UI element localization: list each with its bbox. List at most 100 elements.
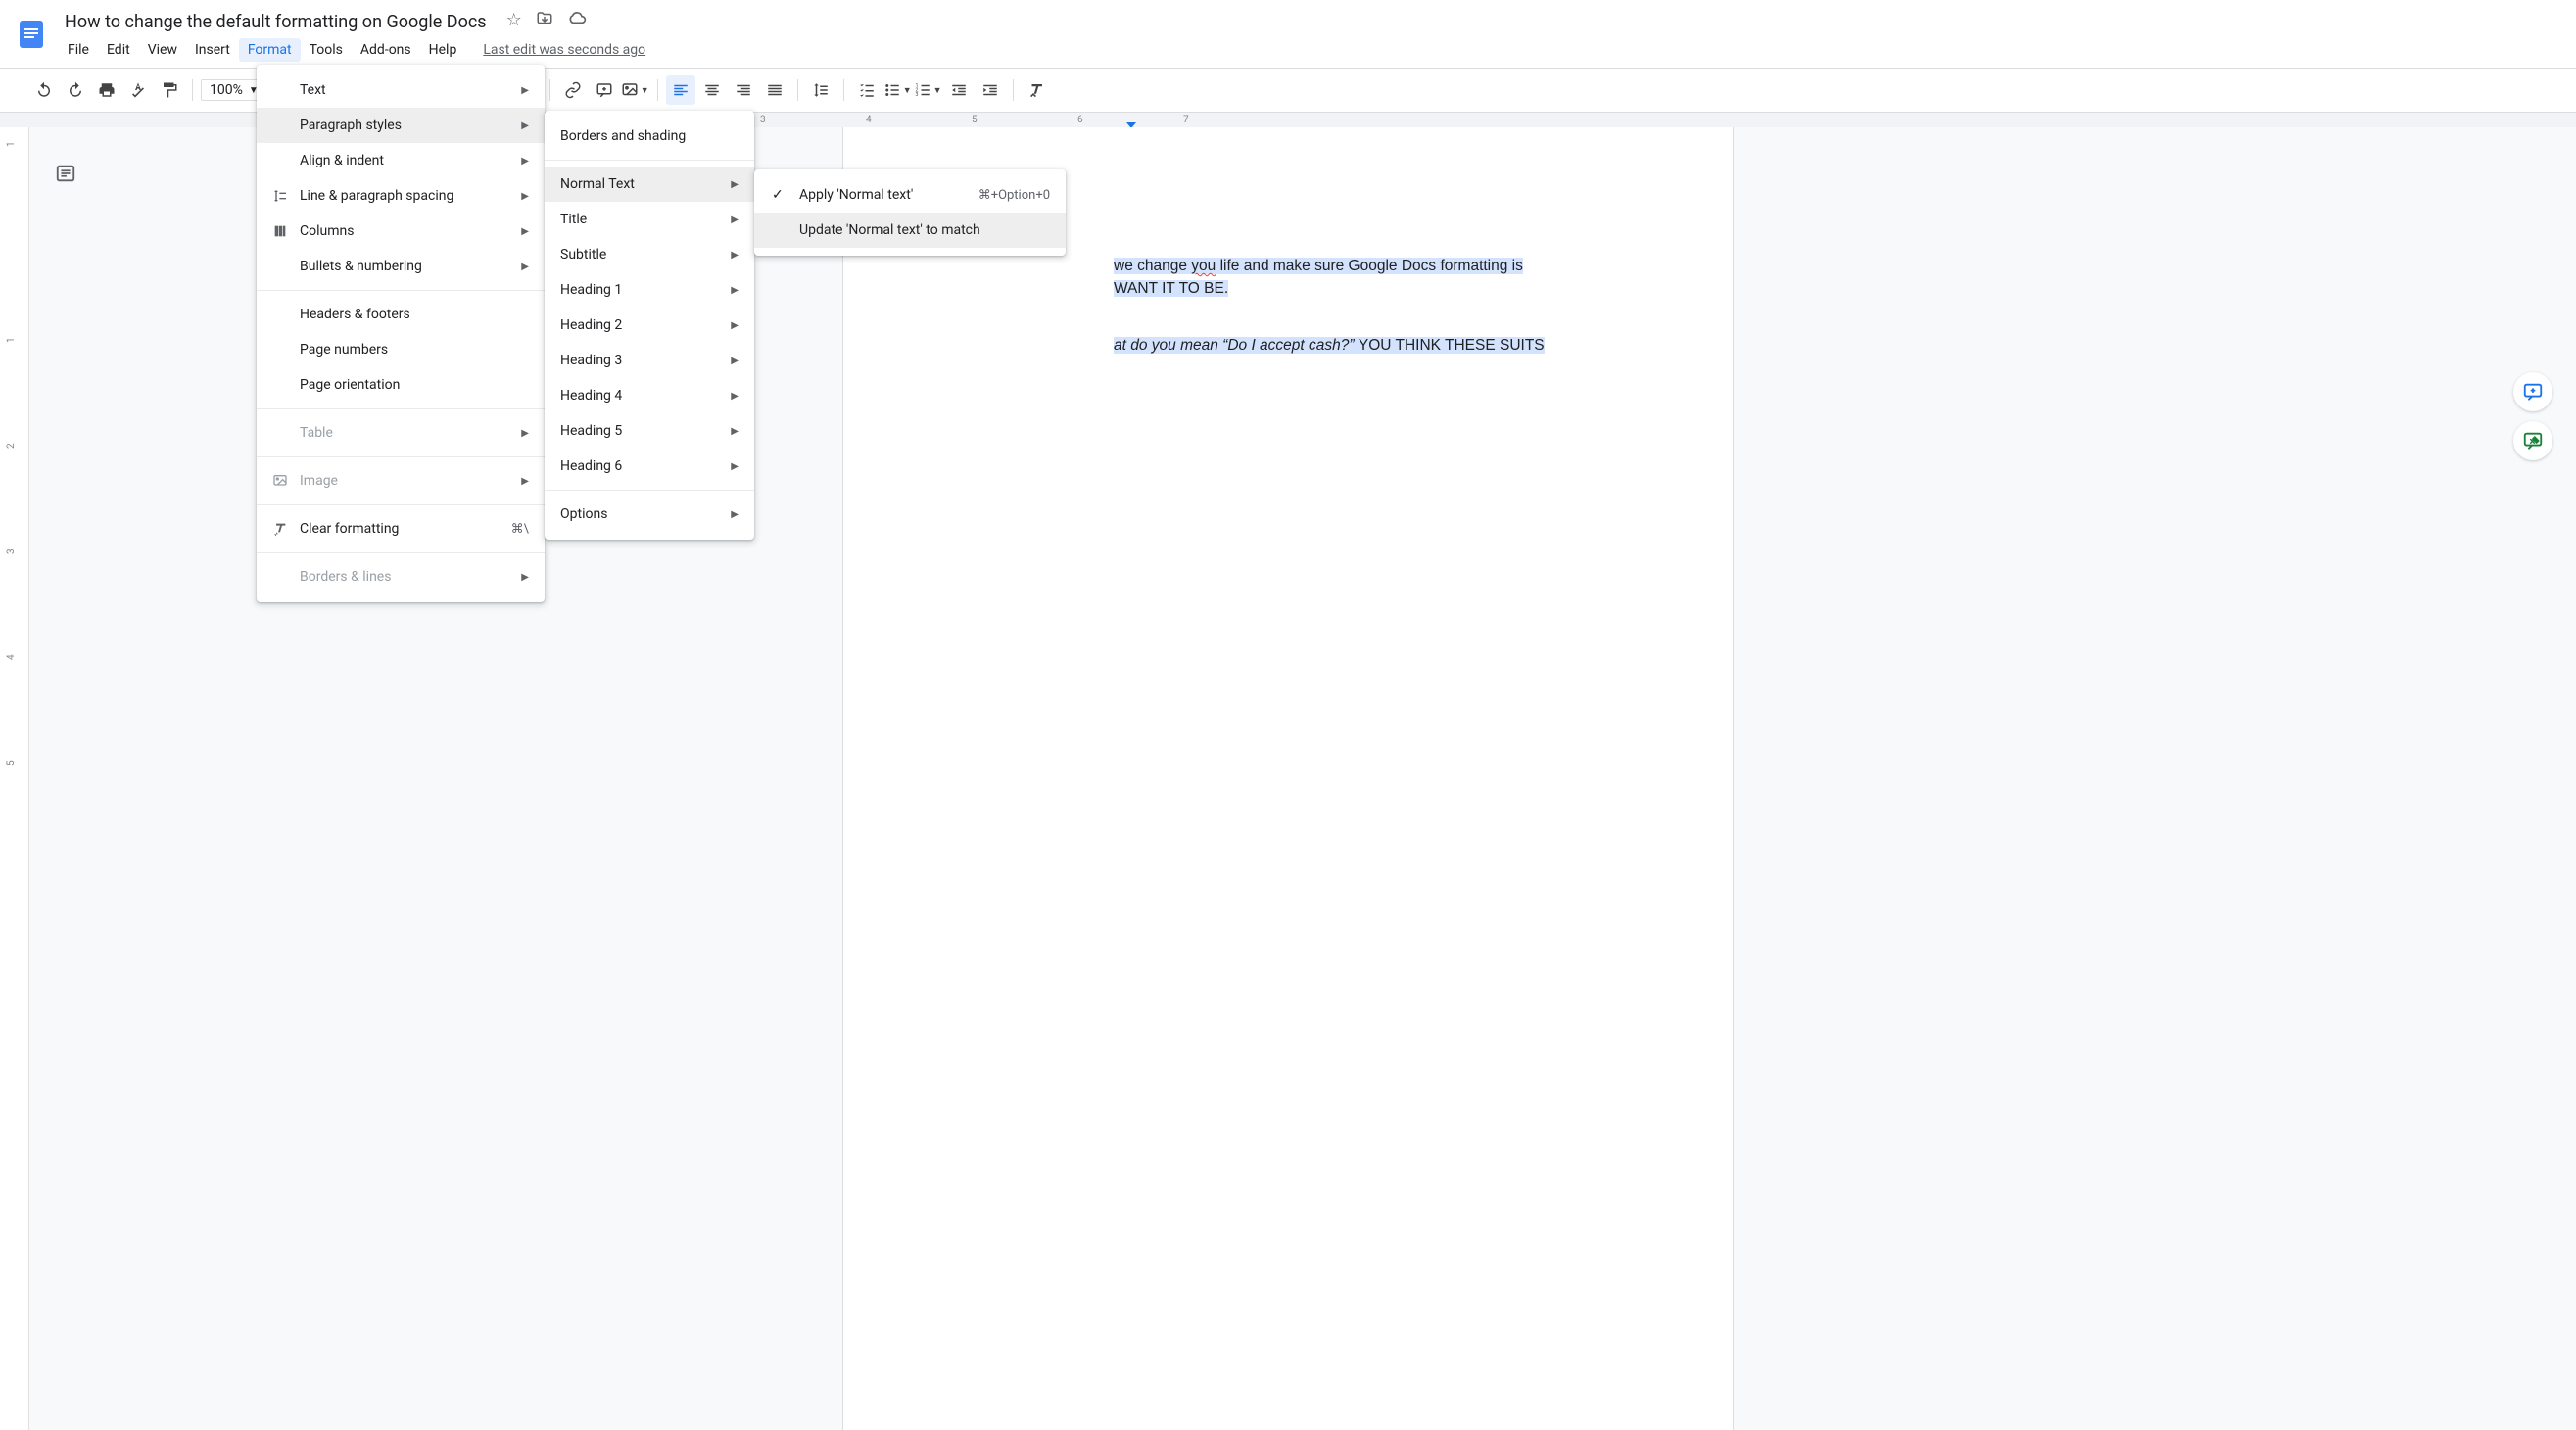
menu-separator (545, 490, 754, 491)
paragraph-styles-dropdown: Borders and shading Normal Text▶ Title▶ … (545, 111, 754, 540)
star-icon[interactable]: ☆ (506, 10, 522, 34)
add-comment-button[interactable] (590, 75, 619, 105)
separator (549, 79, 550, 101)
ruler-tick: 1 (6, 141, 17, 147)
separator (192, 79, 193, 101)
submenu-arrow-icon: ▶ (731, 179, 739, 190)
print-button[interactable] (92, 75, 121, 105)
menu-help[interactable]: Help (420, 38, 466, 62)
ruler-tick: 4 (6, 654, 17, 660)
redo-button[interactable] (61, 75, 90, 105)
spellcheck-button[interactable] (123, 75, 153, 105)
ruler-tick: 5 (972, 115, 978, 125)
submenu-arrow-icon: ▶ (521, 262, 529, 272)
menu-columns[interactable]: Columns▶ (257, 214, 545, 249)
align-left-button[interactable] (666, 75, 695, 105)
menu-bullets-numbering[interactable]: Bullets & numbering▶ (257, 249, 545, 284)
submenu-arrow-icon: ▶ (521, 226, 529, 237)
submenu-arrow-icon: ▶ (521, 191, 529, 202)
menu-clear-formatting[interactable]: Clear formatting⌘\ (257, 511, 545, 547)
ruler-tick: 3 (6, 548, 17, 554)
submenu-arrow-icon: ▶ (731, 391, 739, 402)
submenu-arrow-icon: ▶ (521, 156, 529, 167)
indent-decrease-button[interactable] (944, 75, 974, 105)
menu-options[interactable]: Options▶ (545, 497, 754, 532)
submenu-arrow-icon: ▶ (731, 214, 739, 225)
bullet-list-button[interactable]: ▼ (883, 81, 912, 99)
align-right-button[interactable] (729, 75, 758, 105)
menu-format[interactable]: Format (239, 38, 301, 62)
align-center-button[interactable] (697, 75, 727, 105)
menu-separator (257, 552, 545, 553)
menu-separator (257, 456, 545, 457)
doc-text[interactable]: WANT IT TO BE. (1114, 277, 1639, 300)
add-comment-fab[interactable] (2513, 372, 2552, 411)
separator (1013, 79, 1014, 101)
document-page[interactable]: we change you life and make sure Google … (843, 127, 1733, 1430)
doc-text[interactable]: at do you mean “Do I accept cash?” YOU T… (1114, 334, 1639, 357)
submenu-arrow-icon: ▶ (521, 572, 529, 583)
menu-align-indent[interactable]: Align & indent▶ (257, 143, 545, 178)
paint-format-button[interactable] (155, 75, 184, 105)
menu-heading1[interactable]: Heading 1▶ (545, 272, 754, 308)
menu-heading4[interactable]: Heading 4▶ (545, 378, 754, 413)
doc-text[interactable]: we change you life and make sure Google … (1114, 255, 1639, 277)
menu-apply-normal[interactable]: ✓Apply 'Normal text'⌘+Option+0 (754, 177, 1066, 213)
cloud-status-icon[interactable] (567, 10, 587, 34)
chevron-down-icon: ▼ (903, 85, 912, 96)
menu-heading3[interactable]: Heading 3▶ (545, 343, 754, 378)
menu-line-spacing[interactable]: Line & paragraph spacing▶ (257, 178, 545, 214)
menu-subtitle-style[interactable]: Subtitle▶ (545, 237, 754, 272)
move-folder-icon[interactable] (536, 10, 553, 34)
menu-title-style[interactable]: Title▶ (545, 202, 754, 237)
menu-normal-text[interactable]: Normal Text▶ (545, 167, 754, 202)
ruler-tick: 6 (1077, 115, 1083, 125)
menu-edit[interactable]: Edit (98, 38, 139, 62)
menu-page-orientation[interactable]: Page orientation (257, 367, 545, 403)
menu-heading2[interactable]: Heading 2▶ (545, 308, 754, 343)
menu-image: Image▶ (257, 463, 545, 499)
submenu-arrow-icon: ▶ (521, 120, 529, 131)
vertical-ruler[interactable]: 1 1 2 3 4 5 (0, 127, 29, 1430)
image-icon (272, 473, 300, 489)
shortcut-label: ⌘\ (511, 522, 529, 537)
menu-borders-shading[interactable]: Borders and shading (545, 119, 754, 154)
suggest-edit-fab[interactable] (2513, 421, 2552, 460)
insert-image-button[interactable]: ▼ (621, 81, 649, 99)
menu-borders-lines: Borders & lines▶ (257, 559, 545, 595)
insert-link-button[interactable] (558, 75, 588, 105)
submenu-arrow-icon: ▶ (731, 285, 739, 296)
indent-increase-button[interactable] (976, 75, 1005, 105)
menu-separator (257, 408, 545, 409)
menu-heading5[interactable]: Heading 5▶ (545, 413, 754, 449)
ruler-tick: 1 (6, 337, 17, 343)
menu-file[interactable]: File (59, 38, 98, 62)
submenu-arrow-icon: ▶ (731, 426, 739, 437)
last-edit-link[interactable]: Last edit was seconds ago (483, 42, 645, 58)
menu-tools[interactable]: Tools (301, 38, 352, 62)
menu-update-normal[interactable]: Update 'Normal text' to match (754, 213, 1066, 248)
separator (797, 79, 798, 101)
docs-logo[interactable] (12, 8, 51, 61)
menu-view[interactable]: View (139, 38, 186, 62)
menu-heading6[interactable]: Heading 6▶ (545, 449, 754, 484)
align-justify-button[interactable] (760, 75, 789, 105)
chevron-down-icon: ▼ (933, 85, 942, 96)
menu-addons[interactable]: Add-ons (352, 38, 420, 62)
numbered-list-button[interactable]: 123▼ (914, 81, 942, 99)
clear-formatting-button[interactable] (1022, 75, 1051, 105)
submenu-arrow-icon: ▶ (521, 85, 529, 96)
line-spacing-button[interactable] (806, 75, 835, 105)
menu-page-numbers[interactable]: Page numbers (257, 332, 545, 367)
shortcut-label: ⌘+Option+0 (978, 188, 1050, 203)
document-title[interactable]: How to change the default formatting on … (59, 10, 493, 34)
menu-text[interactable]: Text▶ (257, 72, 545, 108)
menu-headers-footers[interactable]: Headers & footers (257, 297, 545, 332)
menu-paragraph-styles[interactable]: Paragraph styles▶ (257, 108, 545, 143)
checklist-button[interactable] (852, 75, 882, 105)
separator (657, 79, 658, 101)
menu-insert[interactable]: Insert (186, 38, 239, 62)
undo-button[interactable] (29, 75, 59, 105)
outline-toggle-button[interactable] (49, 157, 82, 190)
menu-separator (545, 160, 754, 161)
